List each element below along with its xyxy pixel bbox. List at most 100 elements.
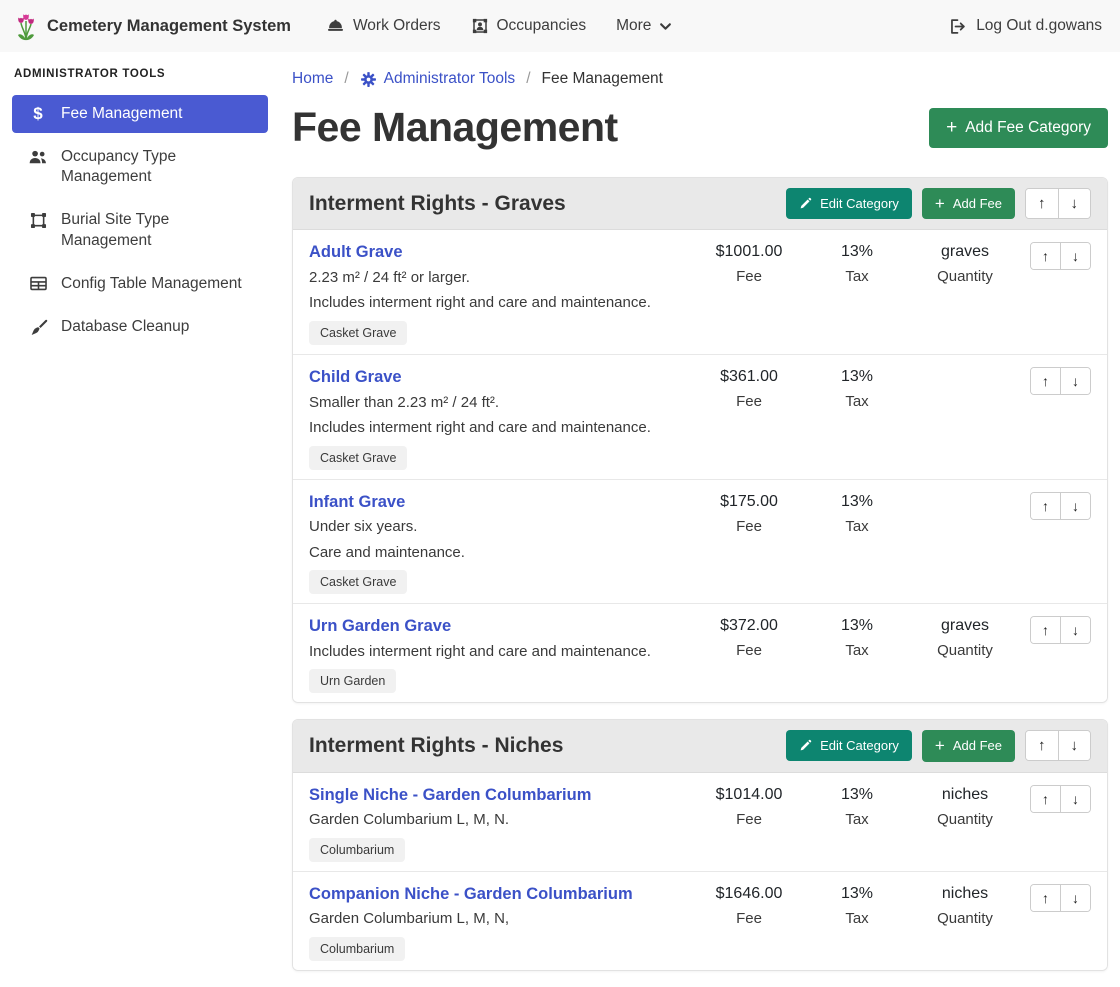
fee-amount-value: $175.00 — [695, 492, 803, 511]
fee-list: Adult Grave 2.23 m² / 24 ft² or larger. … — [293, 230, 1107, 702]
nav-item-more[interactable]: More — [601, 17, 687, 35]
fee-description-1: 2.23 m² / 24 ft² or larger. — [309, 268, 687, 288]
nav-item-work-orders[interactable]: Work Orders — [311, 17, 456, 36]
move-fee-down-button[interactable]: ↓ — [1060, 617, 1090, 643]
breadcrumb-home-link[interactable]: Home — [292, 70, 333, 88]
page-title: Fee Management — [292, 104, 618, 151]
move-category-down-button[interactable]: ↓ — [1058, 189, 1091, 218]
move-fee-up-button[interactable]: ↑ — [1031, 493, 1060, 519]
fee-tax-label: Tax — [803, 811, 911, 829]
fee-row: Urn Garden Grave Includes interment righ… — [293, 604, 1107, 702]
main-content: Home / Administrator Tools / Fee Managem… — [280, 52, 1120, 987]
fee-category-list: Interment Rights - Graves Edit Category … — [292, 177, 1108, 971]
category-reorder-group: ↑ ↓ — [1025, 188, 1091, 219]
fee-row: Single Niche - Garden Columbarium Garden… — [293, 773, 1107, 872]
chevron-down-icon — [659, 20, 672, 33]
fee-description-1: Smaller than 2.23 m² / 24 ft². — [309, 393, 687, 413]
breadcrumb-admin-tools-link[interactable]: Administrator Tools — [360, 70, 516, 88]
fee-quantity-col: niches Quantity — [911, 884, 1019, 928]
fee-category-card: Interment Rights - Niches Edit Category … — [292, 719, 1108, 971]
fee-info: Adult Grave 2.23 m² / 24 ft² or larger. … — [309, 242, 695, 345]
fee-tax-label: Tax — [803, 393, 911, 411]
move-fee-up-button[interactable]: ↑ — [1031, 617, 1060, 643]
fee-description-1: Includes interment right and care and ma… — [309, 642, 687, 662]
move-category-down-button[interactable]: ↓ — [1058, 731, 1091, 760]
fee-tax-value: 13% — [803, 242, 911, 261]
fee-name-link[interactable]: Single Niche - Garden Columbarium — [309, 785, 591, 806]
fee-name-link[interactable]: Adult Grave — [309, 242, 403, 263]
fee-name-link[interactable]: Infant Grave — [309, 492, 405, 513]
edit-category-label: Edit Category — [820, 196, 899, 211]
move-fee-down-button[interactable]: ↓ — [1060, 493, 1090, 519]
fee-quantity-value: graves — [911, 242, 1019, 261]
fee-tax-value: 13% — [803, 367, 911, 386]
fee-description-2: Includes interment right and care and ma… — [309, 418, 687, 438]
breadcrumb: Home / Administrator Tools / Fee Managem… — [292, 70, 1108, 88]
pencil-icon — [799, 739, 812, 752]
fee-tax-label: Tax — [803, 268, 911, 286]
nav-item-occupancies[interactable]: Occupancies — [456, 17, 602, 35]
fee-tax-value: 13% — [803, 884, 911, 903]
add-fee-button[interactable]: + Add Fee — [922, 188, 1015, 219]
fee-tax-col: 13% Tax — [803, 785, 911, 829]
fee-reorder-area: ↑ ↓ — [1019, 242, 1091, 270]
fee-reorder-group: ↑ ↓ — [1030, 785, 1091, 813]
fee-tax-col: 13% Tax — [803, 242, 911, 286]
fee-row: Child Grave Smaller than 2.23 m² / 24 ft… — [293, 355, 1107, 480]
logout-button[interactable]: Log Out d.gowans — [948, 17, 1102, 36]
fee-amount-label: Fee — [695, 268, 803, 286]
sidebar-item-config-table-management[interactable]: Config Table Management — [12, 265, 268, 303]
fee-amount-label: Fee — [695, 910, 803, 928]
fee-amount-col: $1646.00 Fee — [695, 884, 803, 928]
move-fee-up-button[interactable]: ↑ — [1031, 786, 1060, 812]
move-category-up-button[interactable]: ↑ — [1026, 731, 1058, 760]
occupant-frame-icon — [471, 17, 489, 35]
plus-icon: + — [935, 196, 945, 211]
sidebar-item-occupancy-type-management[interactable]: Occupancy Type Management — [12, 138, 268, 196]
fee-name-link[interactable]: Companion Niche - Garden Columbarium — [309, 884, 633, 905]
fee-amount-value: $1646.00 — [695, 884, 803, 903]
category-reorder-group: ↑ ↓ — [1025, 730, 1091, 761]
move-category-up-button[interactable]: ↑ — [1026, 189, 1058, 218]
fee-amount-value: $1014.00 — [695, 785, 803, 804]
sidebar-item-fee-management[interactable]: $ Fee Management — [12, 95, 268, 133]
fee-type-badge: Columbarium — [309, 937, 405, 961]
fee-amount-value: $361.00 — [695, 367, 803, 386]
edit-category-label: Edit Category — [820, 738, 899, 753]
fee-name-link[interactable]: Child Grave — [309, 367, 402, 388]
move-fee-up-button[interactable]: ↑ — [1031, 885, 1060, 911]
sidebar-item-database-cleanup[interactable]: Database Cleanup — [12, 308, 268, 346]
category-title: Interment Rights - Niches — [309, 734, 786, 758]
edit-category-button[interactable]: Edit Category — [786, 730, 912, 761]
move-fee-down-button[interactable]: ↓ — [1060, 885, 1090, 911]
fee-quantity-label: Quantity — [911, 268, 1019, 286]
move-fee-up-button[interactable]: ↑ — [1031, 243, 1060, 269]
brand-home-link[interactable]: Cemetery Management System — [14, 11, 291, 41]
sidebar-item-label: Occupancy Type Management — [61, 147, 258, 187]
fee-row: Companion Niche - Garden Columbarium Gar… — [293, 872, 1107, 970]
move-fee-up-button[interactable]: ↑ — [1031, 368, 1060, 394]
sidebar-item-burial-site-type-management[interactable]: Burial Site Type Management — [12, 201, 268, 259]
dollar-icon: $ — [27, 105, 49, 124]
fee-name-link[interactable]: Urn Garden Grave — [309, 616, 451, 637]
fee-amount-col: $1014.00 Fee — [695, 785, 803, 829]
hard-hat-icon — [326, 17, 345, 36]
move-fee-down-button[interactable]: ↓ — [1060, 368, 1090, 394]
fee-amount-label: Fee — [695, 811, 803, 829]
fee-reorder-group: ↑ ↓ — [1030, 492, 1091, 520]
add-fee-button[interactable]: + Add Fee — [922, 730, 1015, 761]
fee-amount-label: Fee — [695, 518, 803, 536]
fee-description-1: Garden Columbarium L, M, N, — [309, 909, 687, 929]
nav-item-label: Occupancies — [497, 17, 587, 35]
add-fee-label: Add Fee — [953, 196, 1002, 211]
fee-description-2: Includes interment right and care and ma… — [309, 293, 687, 313]
add-fee-category-button[interactable]: + Add Fee Category — [929, 108, 1108, 148]
move-fee-down-button[interactable]: ↓ — [1060, 243, 1090, 269]
edit-category-button[interactable]: Edit Category — [786, 188, 912, 219]
fee-row: Infant Grave Under six years. Care and m… — [293, 480, 1107, 605]
fee-quantity-value: niches — [911, 884, 1019, 903]
fee-quantity-label: Quantity — [911, 642, 1019, 660]
move-fee-down-button[interactable]: ↓ — [1060, 786, 1090, 812]
fee-tax-col: 13% Tax — [803, 492, 911, 536]
fee-quantity-label: Quantity — [911, 811, 1019, 829]
